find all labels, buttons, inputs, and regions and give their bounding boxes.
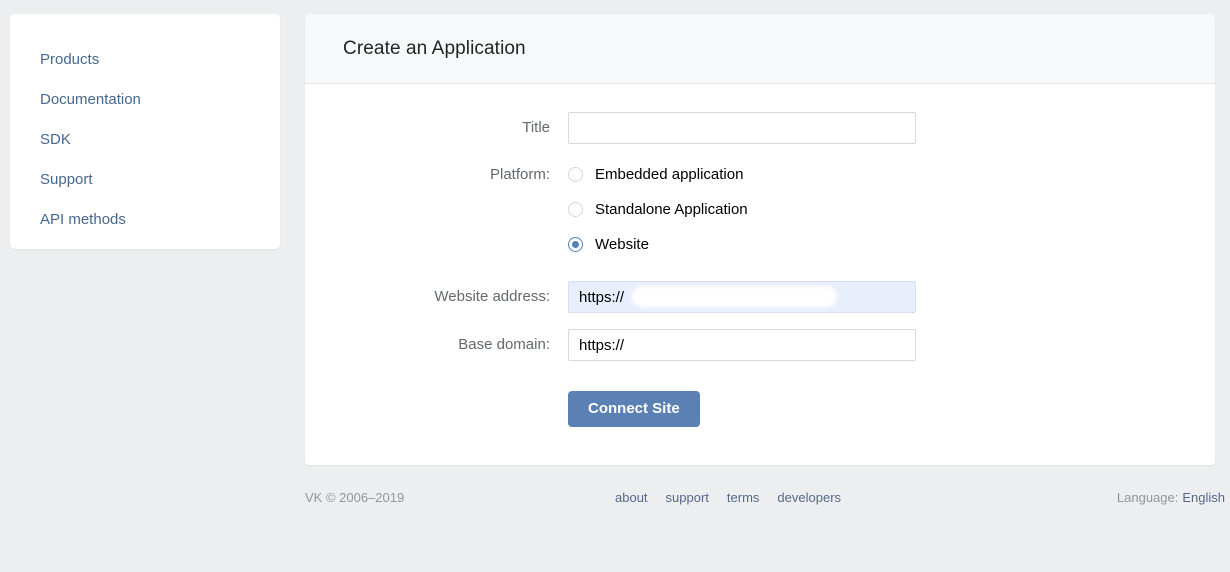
website-address-label: Website address:	[434, 288, 550, 305]
create-application-form: Title Platform: Embedded application Sta…	[305, 84, 1215, 427]
base-domain-input[interactable]	[568, 329, 916, 361]
platform-option-standalone-application[interactable]: Standalone Application	[568, 195, 1215, 223]
panel-header: Create an Application	[305, 14, 1215, 84]
footer-link-developers[interactable]: developers	[777, 490, 841, 505]
platform-label: Platform:	[489, 166, 550, 183]
form-row-website-address: Website address:	[305, 281, 1215, 313]
sidebar-item-api-methods[interactable]: API methods	[10, 200, 280, 240]
create-application-panel: Create an Application Title Platform: Em…	[305, 14, 1215, 465]
sidebar-item-support[interactable]: Support	[10, 160, 280, 200]
platform-option-website[interactable]: Website	[568, 230, 1215, 258]
footer-language: Language: English	[1117, 490, 1225, 505]
website-address-field-wrap	[568, 281, 1215, 313]
page-footer: VK © 2006–2019 about support terms devel…	[305, 482, 1225, 512]
page-title: Create an Application	[343, 37, 526, 59]
platform-radio-group: Embedded application Standalone Applicat…	[568, 160, 1215, 265]
platform-option-label: Standalone Application	[595, 200, 748, 218]
footer-language-label: Language:	[1116, 489, 1179, 505]
footer-links: about support terms developers	[605, 490, 1117, 505]
radio-checked-icon[interactable]	[568, 236, 583, 252]
title-label: Title	[522, 119, 550, 136]
platform-option-label: Website	[595, 235, 649, 253]
footer-link-terms[interactable]: terms	[727, 490, 760, 505]
form-row-platform: Platform: Embedded application Standalon…	[305, 160, 1215, 265]
footer-link-about[interactable]: about	[615, 490, 648, 505]
app-page: Products Documentation SDK Support API m…	[0, 0, 1230, 572]
footer-copyright: VK © 2006–2019	[305, 489, 405, 505]
website-address-input[interactable]	[568, 281, 916, 313]
connect-site-button[interactable]: Connect Site	[568, 391, 700, 427]
base-domain-label: Base domain:	[458, 336, 550, 353]
platform-option-embedded-application[interactable]: Embedded application	[568, 160, 1215, 188]
form-row-title: Title	[305, 112, 1215, 144]
footer-language-value[interactable]: English	[1182, 490, 1225, 505]
footer-link-support[interactable]: support	[666, 490, 709, 505]
platform-option-label: Embedded application	[595, 165, 744, 183]
submit-row: Connect Site	[305, 377, 1215, 427]
title-input[interactable]	[568, 112, 916, 144]
sidebar-nav-card: Products Documentation SDK Support API m…	[10, 14, 280, 249]
sidebar-item-products[interactable]: Products	[10, 40, 280, 80]
form-row-base-domain: Base domain:	[305, 329, 1215, 361]
radio-unchecked-icon[interactable]	[568, 201, 583, 217]
title-field-wrap	[568, 112, 1215, 144]
sidebar-item-documentation[interactable]: Documentation	[10, 80, 280, 120]
sidebar-item-sdk[interactable]: SDK	[10, 120, 280, 160]
base-domain-field-wrap	[568, 329, 1215, 361]
radio-unchecked-icon[interactable]	[568, 166, 583, 182]
